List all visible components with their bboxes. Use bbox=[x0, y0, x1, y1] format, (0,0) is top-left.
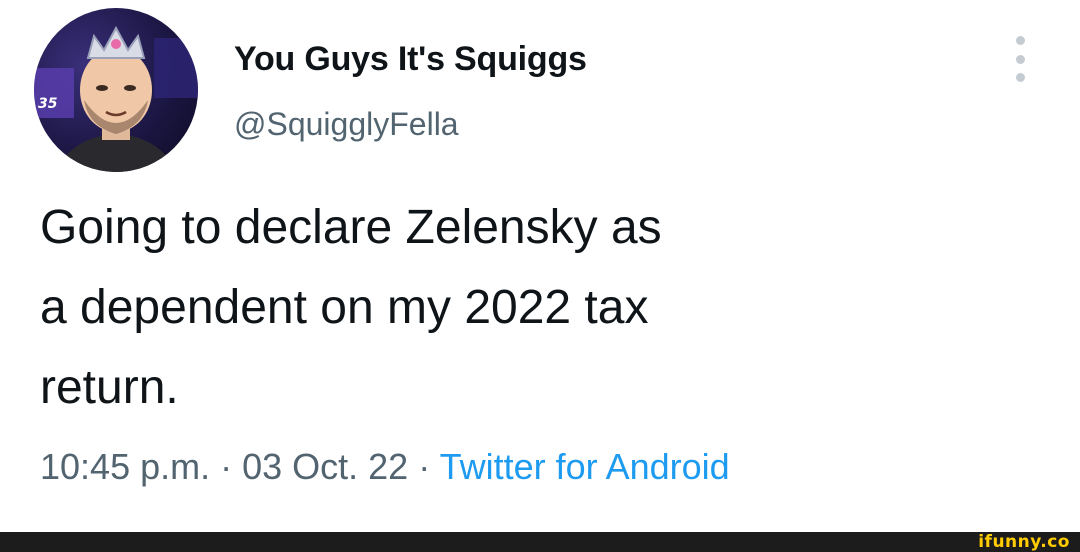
meta-separator: · bbox=[408, 446, 440, 487]
watermark-bar: ifunny.co bbox=[0, 532, 1080, 552]
more-dot bbox=[1015, 54, 1025, 64]
tweet-card: 35 You Guys It's Squiggs @SquigglyFella … bbox=[0, 0, 1080, 532]
display-name[interactable]: You Guys It's Squiggs bbox=[234, 40, 587, 79]
meta-separator: · bbox=[210, 446, 243, 487]
avatar[interactable]: 35 bbox=[34, 8, 198, 172]
ifunny-watermark: ifunny.co bbox=[978, 532, 1070, 552]
svg-text:35: 35 bbox=[38, 96, 58, 112]
user-handle[interactable]: @SquigglyFella bbox=[234, 106, 459, 143]
tweet-text: Going to declare Zelensky as a dependent… bbox=[40, 201, 662, 414]
tweet-time[interactable]: 10:45 p.m. bbox=[40, 446, 210, 487]
tweet-date[interactable]: 03 Oct. 22 bbox=[242, 446, 408, 487]
tweet-source-link[interactable]: Twitter for Android bbox=[440, 446, 730, 487]
more-options-icon[interactable] bbox=[1008, 36, 1032, 82]
more-dot bbox=[1015, 73, 1025, 82]
tweet-meta: 10:45 p.m. · 03 Oct. 22 · Twitter for An… bbox=[40, 446, 730, 488]
more-dot bbox=[1015, 36, 1025, 45]
avatar-image: 35 bbox=[34, 25, 198, 172]
